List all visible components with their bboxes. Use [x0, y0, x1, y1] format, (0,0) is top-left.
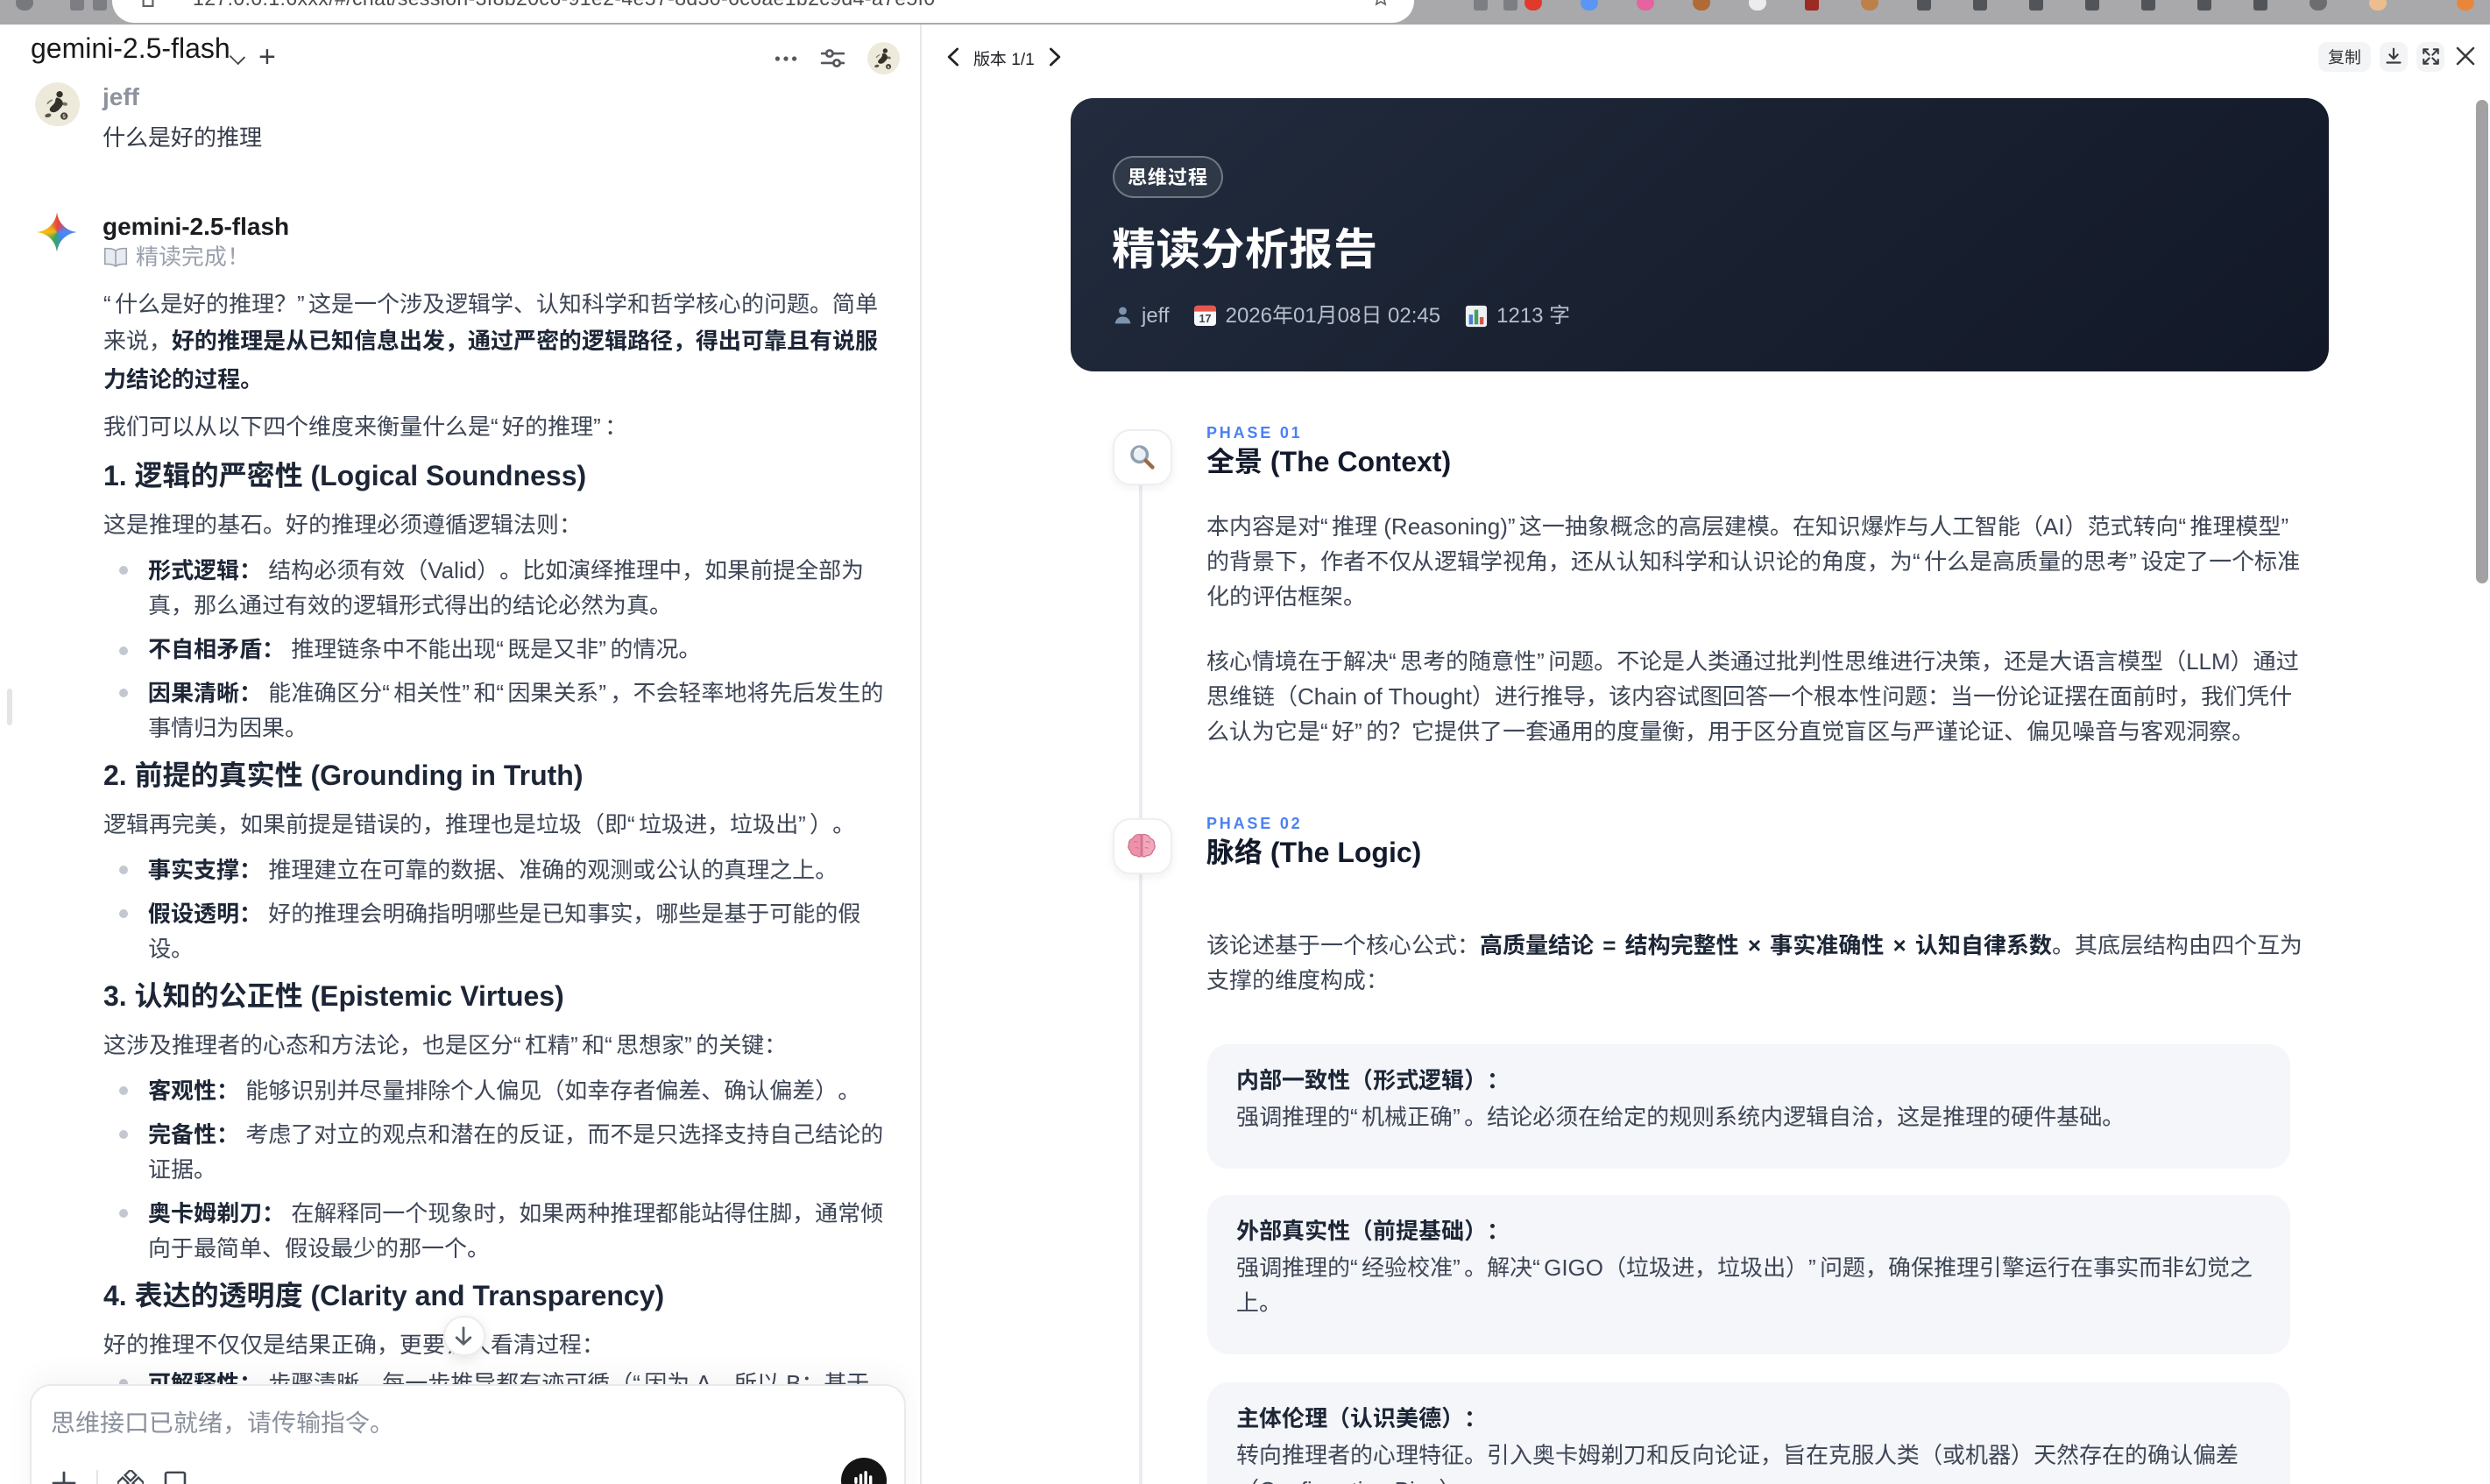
svg-text:5: 5 — [62, 113, 66, 119]
svg-text:17: 17 — [1199, 314, 1211, 326]
